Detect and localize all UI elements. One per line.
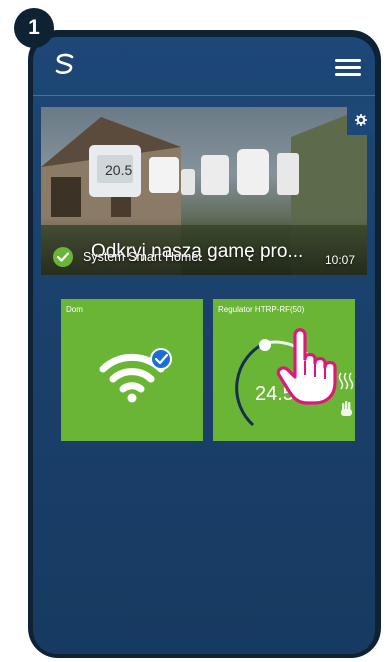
banner-subtitle: System Smart Home: [83, 250, 199, 264]
step-number-badge: 1: [14, 8, 54, 48]
heating-waves-icon: [338, 372, 354, 390]
promo-banner[interactable]: 20.5 Odkryj naszą gamę pro... System Sma…: [41, 107, 367, 275]
salus-logo-icon: [53, 53, 77, 80]
tile-dom[interactable]: Dom: [61, 299, 203, 441]
top-bar: [33, 37, 375, 97]
thermostat-display: 20.5: [105, 162, 132, 178]
tile-regulator[interactable]: Regulator HTRP-RF(50) 24.5: [213, 299, 355, 441]
gear-icon: [355, 114, 367, 126]
tap-hand-pointer-icon: [276, 328, 337, 405]
banner-settings-button[interactable]: [347, 105, 375, 135]
banner-time: 10:07: [324, 253, 355, 267]
check-circle-icon: [53, 247, 73, 267]
header-divider: [33, 95, 375, 96]
hamburger-menu-icon[interactable]: [335, 59, 361, 77]
hand-manual-icon: [341, 401, 352, 416]
wifi-connected-icon: [99, 348, 172, 403]
app-screen: 20.5 Odkryj naszą gamę pro... System Sma…: [33, 37, 375, 654]
